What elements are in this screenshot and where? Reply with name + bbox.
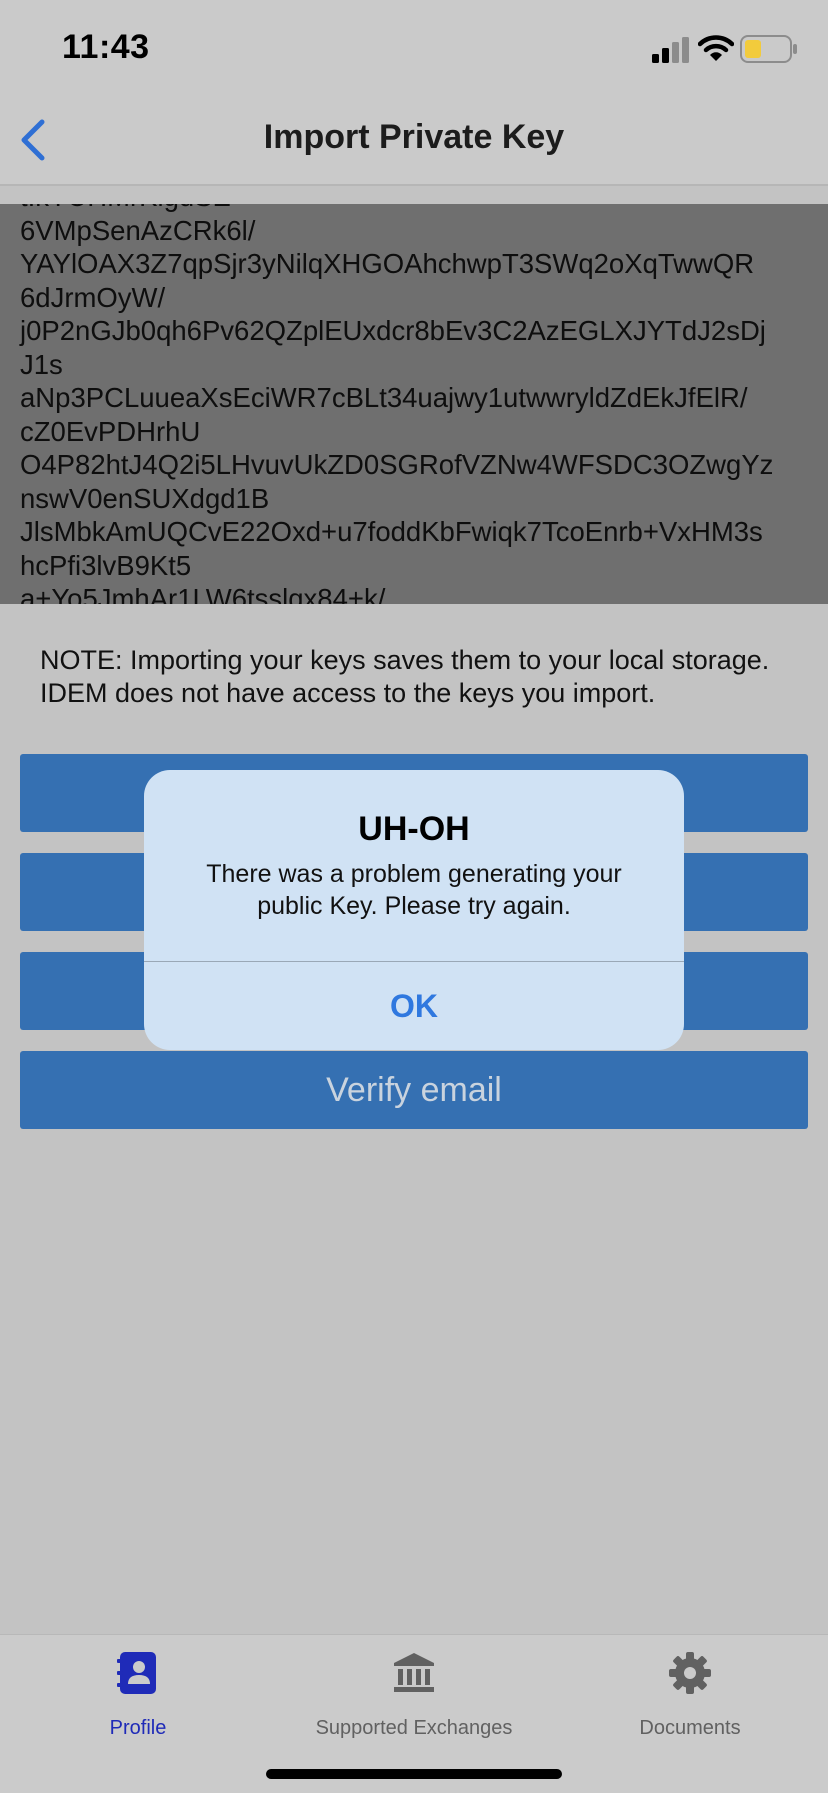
tab-documents[interactable]: Documents	[552, 1635, 828, 1745]
home-indicator	[266, 1769, 562, 1779]
tab-documents-label: Documents	[639, 1717, 741, 1739]
tab-supported-exchanges[interactable]: Supported Exchanges	[276, 1635, 552, 1745]
tab-profile[interactable]: Profile	[0, 1635, 276, 1745]
tab-profile-label: Profile	[109, 1717, 167, 1739]
verify-email-button[interactable]: Verify email	[20, 1051, 808, 1129]
status-time: 11:43	[62, 28, 150, 66]
alert-message: There was a problem generating your publ…	[206, 860, 622, 920]
battery-icon	[740, 35, 797, 63]
tab-supported-exchanges-label: Supported Exchanges	[315, 1717, 513, 1739]
verify-email-label: Verify email	[326, 1071, 502, 1109]
alert-ok-button[interactable]: OK	[144, 962, 684, 1050]
navigation-bar: Import Private Key	[0, 96, 828, 186]
error-alert-dialog: UH-OH There was a problem generating you…	[144, 770, 684, 1050]
private-key-text: tIkYUHMrKigdSE 6VMpSenAzCRk6l/ YAYlOAX3Z…	[20, 204, 774, 604]
status-bar: 11:43	[0, 0, 828, 96]
page-title: Import Private Key	[263, 118, 565, 156]
wifi-icon	[698, 35, 734, 61]
cellular-signal-icon	[652, 37, 689, 63]
alert-title: UH-OH	[358, 810, 470, 848]
gear-icon	[669, 1652, 711, 1694]
bank-icon	[394, 1653, 434, 1692]
import-note: NOTE: Importing your keys saves them to …	[40, 645, 770, 708]
profile-contact-icon	[117, 1652, 156, 1694]
private-key-textarea[interactable]: tIkYUHMrKigdSE 6VMpSenAzCRk6l/ YAYlOAX3Z…	[0, 204, 828, 604]
tab-bar: Profile Supported Exchanges Documents	[0, 1634, 828, 1793]
